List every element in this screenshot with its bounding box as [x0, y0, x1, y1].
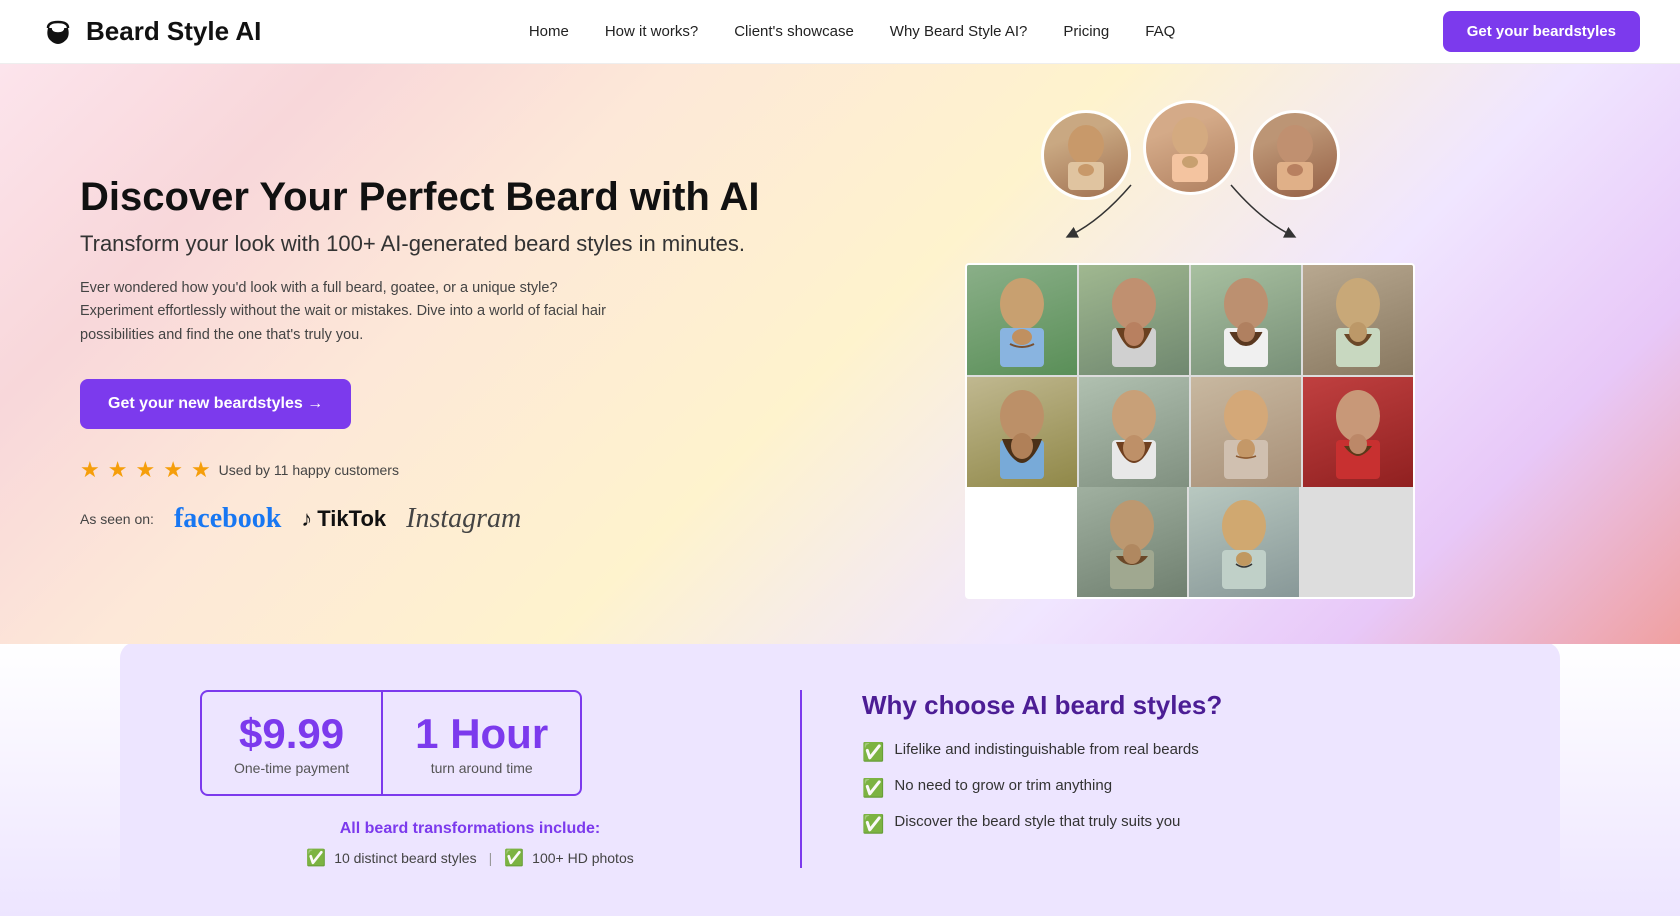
why-item-text-1: Lifelike and indistinguishable from real… — [894, 741, 1198, 758]
logo-icon — [40, 14, 76, 50]
pricing-section: $9.99 One-time payment 1 Hour turn aroun… — [120, 642, 1560, 916]
pricing-left: $9.99 One-time payment 1 Hour turn aroun… — [200, 690, 740, 868]
hero-left: Discover Your Perfect Beard with AI Tran… — [80, 173, 780, 535]
nav-faq[interactable]: FAQ — [1145, 23, 1175, 40]
includes-item-1: 10 distinct beard styles — [334, 850, 476, 866]
hero-description: Ever wondered how you'd look with a full… — [80, 277, 620, 347]
star-1: ★ — [80, 457, 100, 483]
why-check-icon-3: ✅ — [862, 814, 884, 835]
stars-row: ★ ★ ★ ★ ★ Used by 11 happy customers — [80, 457, 780, 483]
includes-title: All beard transformations include: — [200, 820, 740, 838]
hero-right — [780, 110, 1600, 599]
facebook-logo[interactable]: facebook — [174, 503, 281, 535]
face-grid-item-8 — [1303, 377, 1413, 487]
arrows-svg — [1021, 180, 1341, 240]
star-3: ★ — [135, 457, 155, 483]
tiktok-logo[interactable]: ♪ TikTok — [301, 506, 386, 532]
nav-why[interactable]: Why Beard Style AI? — [890, 23, 1028, 40]
nav-showcase[interactable]: Client's showcase — [734, 23, 854, 40]
face-grid-item-5 — [967, 377, 1077, 487]
face-grid-item-9 — [1077, 487, 1187, 597]
face-grid — [965, 263, 1415, 599]
check-icon-1: ✅ — [306, 848, 326, 868]
why-item-2: ✅ No need to grow or trim anything — [862, 777, 1480, 799]
navbar: Beard Style AI Home How it works? Client… — [0, 0, 1680, 64]
why-check-icon-1: ✅ — [862, 742, 884, 763]
price-box-amount: $9.99 One-time payment — [200, 690, 381, 796]
tiktok-text: TikTok — [317, 506, 386, 532]
hour-label: turn around time — [415, 760, 548, 776]
why-item-3: ✅ Discover the beard style that truly su… — [862, 813, 1480, 835]
nav-cta-button[interactable]: Get your beardstyles — [1443, 11, 1640, 52]
face-grid-item-4 — [1303, 265, 1413, 375]
star-2: ★ — [108, 457, 128, 483]
customers-label: Used by 11 happy customers — [219, 462, 399, 478]
face-grid-item-1 — [967, 265, 1077, 375]
hero-title: Discover Your Perfect Beard with AI — [80, 173, 780, 221]
pricing-inner: $9.99 One-time payment 1 Hour turn aroun… — [200, 690, 1480, 868]
social-label: As seen on: — [80, 511, 154, 527]
face-grid-bottom — [1077, 487, 1413, 597]
face-grid-item-10 — [1189, 487, 1299, 597]
includes-row: ✅ 10 distinct beard styles | ✅ 100+ HD p… — [200, 848, 740, 868]
face-grid-item-3 — [1191, 265, 1301, 375]
price-boxes: $9.99 One-time payment 1 Hour turn aroun… — [200, 690, 740, 796]
why-item-text-2: No need to grow or trim anything — [894, 777, 1112, 794]
face-grid-item-2 — [1079, 265, 1189, 375]
tiktok-icon: ♪ — [301, 506, 312, 532]
nav-how-it-works[interactable]: How it works? — [605, 23, 698, 40]
star-5: ★ — [191, 457, 211, 483]
vertical-divider — [800, 690, 802, 868]
hero-section: Discover Your Perfect Beard with AI Tran… — [0, 64, 1680, 644]
why-item-text-3: Discover the beard style that truly suit… — [894, 813, 1180, 830]
logo[interactable]: Beard Style AI — [40, 14, 261, 50]
hero-cta-button[interactable]: Get your new beardstyles → — [80, 379, 351, 429]
nav-pricing[interactable]: Pricing — [1063, 23, 1109, 40]
pricing-right: Why choose AI beard styles? ✅ Lifelike a… — [862, 690, 1480, 849]
why-check-icon-2: ✅ — [862, 778, 884, 799]
hour-amount: 1 Hour — [415, 710, 548, 758]
price-amount: $9.99 — [234, 710, 349, 758]
star-4: ★ — [163, 457, 183, 483]
nav-links: Home How it works? Client's showcase Why… — [529, 23, 1175, 40]
price-label: One-time payment — [234, 760, 349, 776]
face-grid-item-7 — [1191, 377, 1301, 487]
why-title: Why choose AI beard styles? — [862, 690, 1480, 721]
check-icon-2: ✅ — [504, 848, 524, 868]
price-box-hour: 1 Hour turn around time — [381, 690, 582, 796]
social-row: As seen on: facebook ♪ TikTok Instagram — [80, 503, 780, 535]
includes-item-2: 100+ HD photos — [532, 850, 634, 866]
face-grid-item-6 — [1079, 377, 1189, 487]
instagram-logo[interactable]: Instagram — [406, 503, 521, 535]
logo-text: Beard Style AI — [86, 16, 261, 47]
hero-subtitle: Transform your look with 100+ AI-generat… — [80, 231, 780, 257]
nav-home[interactable]: Home — [529, 23, 569, 40]
why-item-1: ✅ Lifelike and indistinguishable from re… — [862, 741, 1480, 763]
